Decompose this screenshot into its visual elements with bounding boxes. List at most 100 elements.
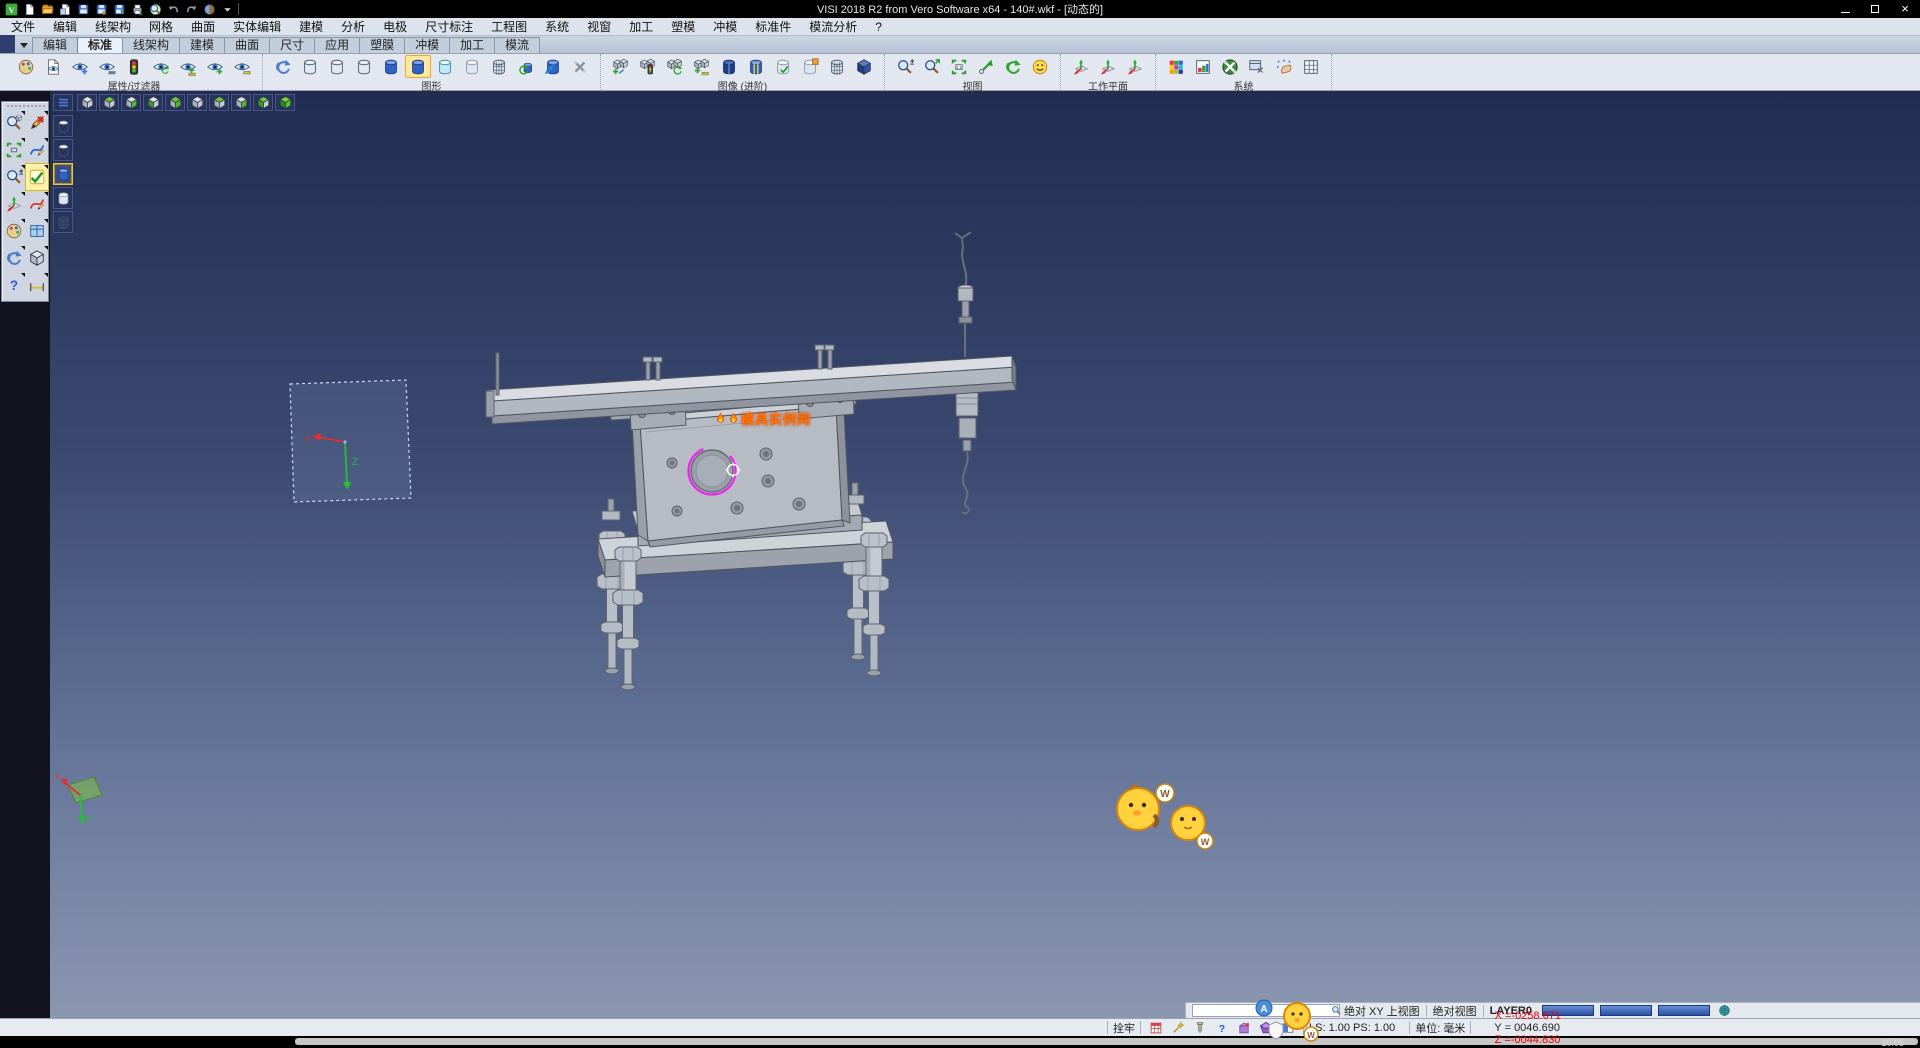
render-settings-icon[interactable] — [1190, 55, 1216, 78]
minimize-button[interactable] — [1830, 0, 1860, 18]
menu-item-12[interactable]: 视窗 — [578, 18, 620, 36]
cubes-refresh-icon[interactable] — [662, 55, 688, 78]
tab-dropdown-button[interactable] — [15, 37, 33, 53]
open-folder-icon[interactable] — [40, 2, 55, 17]
disp-cylinder-wire2-icon[interactable] — [53, 139, 73, 161]
eye-refresh-icon[interactable] — [148, 55, 174, 78]
vcube-4-icon[interactable] — [143, 94, 163, 111]
tab-3[interactable]: 建模 — [179, 37, 225, 53]
cube-dark-icon[interactable] — [851, 55, 877, 78]
cylinder-wire3-icon[interactable] — [351, 55, 377, 78]
cylinder-copy-icon[interactable] — [540, 55, 566, 78]
qat-dropdown-icon[interactable] — [220, 2, 235, 17]
fit-view-icon[interactable] — [3, 137, 25, 163]
viewport-3d[interactable]: x Z — [50, 91, 1920, 1018]
vcube-5-icon[interactable] — [165, 94, 185, 111]
sketch-pen-icon[interactable] — [26, 137, 48, 163]
tab-7[interactable]: 塑膜 — [359, 37, 405, 53]
menu-item-14[interactable]: 塑模 — [662, 18, 704, 36]
cable-assembly-lower[interactable] — [956, 386, 978, 513]
pane-icon[interactable] — [26, 218, 48, 244]
vcube-6-icon[interactable] — [187, 94, 207, 111]
units-indicator[interactable]: 单位: 毫米 — [1415, 1020, 1465, 1036]
print-icon[interactable] — [130, 2, 145, 17]
color-table-icon[interactable] — [1163, 55, 1189, 78]
display-menu-button[interactable] — [53, 94, 73, 111]
sketch-plane[interactable]: x Z — [290, 380, 411, 502]
zoom-window-icon[interactable]: 1:1 — [946, 55, 972, 78]
menu-item-11[interactable]: 系统 — [536, 18, 578, 36]
lock-toggle[interactable]: 拴牢 — [1113, 1020, 1135, 1036]
menu-item-18[interactable]: ? — [866, 18, 891, 36]
tab-4[interactable]: 曲面 — [224, 37, 270, 53]
menu-item-8[interactable]: 电极 — [374, 18, 416, 36]
menu-item-10[interactable]: 工程图 — [482, 18, 536, 36]
erase-icon[interactable] — [26, 110, 48, 136]
menu-item-5[interactable]: 实体编辑 — [224, 18, 290, 36]
window-config-icon[interactable] — [1244, 55, 1270, 78]
regen-icon[interactable] — [3, 245, 25, 271]
menu-item-13[interactable]: 加工 — [620, 18, 662, 36]
cylinder-striped-icon[interactable] — [743, 55, 769, 78]
vcube-8-icon[interactable] — [231, 94, 251, 111]
layer-colors-icon[interactable] — [3, 218, 25, 244]
system-config-icon[interactable] — [1217, 55, 1243, 78]
graphic-tools-icon[interactable] — [567, 55, 593, 78]
confirm-icon[interactable] — [26, 164, 48, 190]
cylinder-ghost-icon[interactable] — [459, 55, 485, 78]
redraw-icon[interactable] — [270, 55, 296, 78]
taskbar-tray[interactable] — [295, 1038, 1918, 1045]
vcube-3-icon[interactable] — [121, 94, 141, 111]
vcube-1-icon[interactable] — [77, 94, 97, 111]
eye-remove-icon[interactable] — [94, 55, 120, 78]
disp-cylinder-ghost-icon[interactable] — [53, 187, 73, 209]
material-ball-icon[interactable] — [202, 2, 217, 17]
menu-item-4[interactable]: 曲面 — [182, 18, 224, 36]
solid-cube-icon[interactable] — [26, 245, 48, 271]
disp-cylinder-mesh-icon[interactable] — [53, 211, 73, 233]
workplane-align-icon[interactable] — [1095, 55, 1121, 78]
cylinder-shaded-active-icon[interactable] — [405, 55, 431, 78]
tab-1[interactable]: 标准 — [77, 37, 123, 53]
search-icon[interactable] — [1331, 1005, 1342, 1016]
menu-item-0[interactable]: 文件 — [2, 18, 44, 36]
cylinder-wire2-icon[interactable] — [324, 55, 350, 78]
preview-icon[interactable] — [148, 2, 163, 17]
stat-help-icon[interactable]: ? — [1212, 1020, 1232, 1036]
tab-9[interactable]: 加工 — [449, 37, 495, 53]
pan-view-icon[interactable] — [973, 55, 999, 78]
tab-5[interactable]: 尺寸 — [269, 37, 315, 53]
menu-item-2[interactable]: 线架构 — [86, 18, 140, 36]
cylinder-dark-icon[interactable] — [716, 55, 742, 78]
tab-10[interactable]: 模流 — [494, 37, 540, 53]
cylinder-mesh-icon[interactable] — [486, 55, 512, 78]
tab-2[interactable]: 线架构 — [122, 37, 180, 53]
cylinder-cyan-icon[interactable] — [432, 55, 458, 78]
save-as-icon[interactable] — [94, 2, 109, 17]
undo-icon[interactable] — [166, 2, 181, 17]
cable-assembly-upper[interactable] — [955, 232, 973, 357]
rotate-view-icon[interactable] — [1000, 55, 1026, 78]
redo-icon[interactable] — [184, 2, 199, 17]
toolbar-grip[interactable] — [6, 104, 46, 108]
menu-item-17[interactable]: 模流分析 — [800, 18, 866, 36]
stat-package-icon[interactable] — [1234, 1020, 1254, 1036]
insert-file-icon[interactable] — [58, 2, 73, 17]
save-all-icon[interactable] — [112, 2, 127, 17]
cylinder-recycle-icon[interactable] — [513, 55, 539, 78]
zoom-prev-icon[interactable]: ± — [892, 55, 918, 78]
page-eye-icon[interactable] — [40, 55, 66, 78]
vcube-9-icon[interactable] — [253, 94, 273, 111]
maximize-button[interactable] — [1860, 0, 1890, 18]
zoom-search-icon[interactable] — [3, 110, 25, 136]
traffic-filter-icon[interactable] — [121, 55, 147, 78]
help-icon[interactable]: ? — [3, 272, 25, 298]
snap-settings-icon[interactable] — [1271, 55, 1297, 78]
eye-add-icon[interactable] — [67, 55, 93, 78]
close-button[interactable]: × — [1890, 0, 1920, 18]
menu-item-7[interactable]: 分析 — [332, 18, 374, 36]
menu-item-6[interactable]: 建模 — [290, 18, 332, 36]
vcube-10-icon[interactable] — [275, 94, 295, 111]
menu-item-3[interactable]: 网格 — [140, 18, 182, 36]
menu-item-9[interactable]: 尺寸标注 — [416, 18, 482, 36]
